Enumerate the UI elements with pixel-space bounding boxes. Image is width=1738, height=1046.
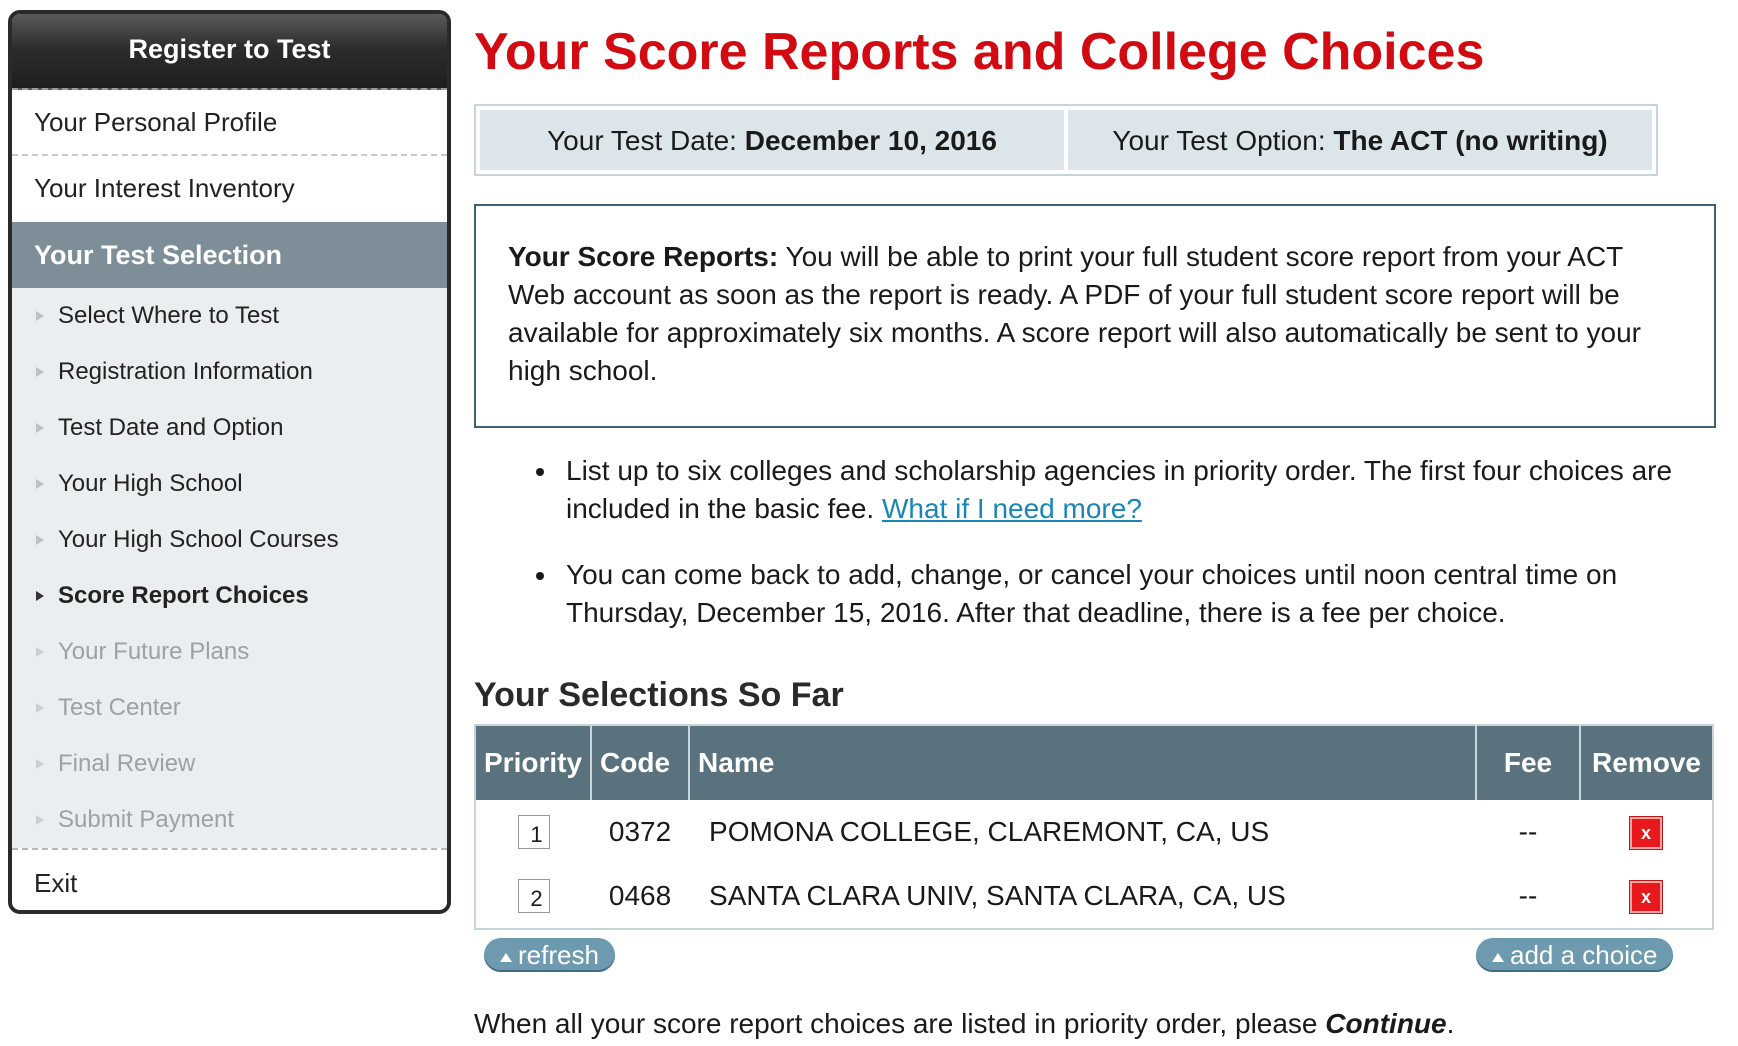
sidebar-item-label: Your High School Courses	[58, 526, 339, 553]
continue-emphasis: Continue	[1325, 1008, 1447, 1039]
refresh-button[interactable]: refresh	[484, 938, 615, 972]
arrow-right-icon	[36, 759, 44, 769]
page-title: Your Score Reports and College Choices	[474, 23, 1485, 81]
sidebar-current-section: Your Test Selection	[12, 222, 447, 288]
code-cell: 0372	[608, 816, 672, 847]
test-info-bar: Your Test Date: December 10, 2016 Your T…	[474, 104, 1658, 176]
refresh-label: refresh	[518, 940, 599, 970]
sidebar-item-select-where-to-test[interactable]: Select Where to Test	[12, 288, 447, 344]
list-item: List up to six colleges and scholarship …	[474, 452, 1730, 528]
sidebar-item-future-plans: Your Future Plans	[12, 624, 447, 680]
sidebar-item-label: Your Future Plans	[58, 638, 250, 665]
sidebar-item-your-high-school[interactable]: Your High School	[12, 456, 447, 512]
sidebar-item-high-school-courses[interactable]: Your High School Courses	[12, 512, 447, 568]
test-option-value: The ACT (no writing)	[1333, 125, 1608, 156]
info-box-heading: Your Score Reports:	[508, 241, 779, 272]
sidebar-item-label: Test Center	[58, 694, 181, 721]
test-date-cell: Your Test Date: December 10, 2016	[480, 110, 1064, 170]
bullet-icon	[536, 572, 544, 580]
arrow-right-icon	[36, 311, 44, 321]
test-option-label: Your Test Option:	[1112, 125, 1334, 156]
sidebar-item-submit-payment: Submit Payment	[12, 792, 447, 848]
test-date-label: Your Test Date:	[547, 125, 745, 156]
column-header-remove: Remove	[1580, 726, 1712, 800]
sidebar-item-label: Registration Information	[58, 358, 313, 385]
footer-instruction: When all your score report choices are l…	[474, 1008, 1454, 1040]
column-header-name: Name	[689, 726, 1477, 800]
score-reports-info-box: Your Score Reports: You will be able to …	[474, 204, 1716, 428]
arrow-right-icon	[36, 479, 44, 489]
sidebar-item-label: Test Date and Option	[58, 414, 284, 441]
priority-input[interactable]: 1	[517, 815, 550, 849]
instruction-text: You can come back to add, change, or can…	[566, 559, 1618, 628]
sidebar-header: Register to Test	[12, 14, 447, 90]
fee-cell: --	[1518, 880, 1538, 911]
table-header-row: Priority Code Name Fee Remove	[476, 726, 1712, 800]
arrow-right-icon	[36, 535, 44, 545]
table-row: 1 0372 POMONA COLLEGE, CLAREMONT, CA, US…	[476, 800, 1712, 864]
sidebar-item-exit[interactable]: Exit	[12, 848, 447, 910]
sidebar-subnav: Select Where to Test Registration Inform…	[12, 288, 447, 848]
selections-table: Priority Code Name Fee Remove 1 0372 POM…	[474, 724, 1714, 930]
sidebar-item-label: Final Review	[58, 750, 196, 777]
name-cell: POMONA COLLEGE, CLAREMONT, CA, US	[709, 816, 1270, 847]
arrow-right-icon	[36, 423, 44, 433]
sidebar-item-label: Select Where to Test	[58, 302, 279, 329]
triangle-up-icon	[500, 952, 512, 962]
footer-end: .	[1446, 1008, 1455, 1039]
sidebar-item-label: Submit Payment	[58, 806, 235, 833]
arrow-right-icon	[36, 647, 44, 657]
registration-sidebar: Register to Test Your Personal Profile Y…	[8, 10, 451, 914]
table-row: 2 0468 SANTA CLARA UNIV, SANTA CLARA, CA…	[476, 864, 1712, 928]
sidebar-item-label: Your High School	[58, 470, 243, 497]
sidebar-item-interest-inventory[interactable]: Your Interest Inventory	[12, 156, 447, 222]
arrow-right-icon	[36, 367, 44, 377]
priority-cell: 2	[476, 864, 591, 928]
add-choice-label: add a choice	[1510, 940, 1658, 970]
arrow-right-icon	[36, 815, 44, 825]
sidebar-item-test-center: Test Center	[12, 680, 447, 736]
column-header-code: Code	[591, 726, 691, 800]
sidebar-item-test-date-and-option[interactable]: Test Date and Option	[12, 400, 447, 456]
test-date-value: December 10, 2016	[744, 125, 997, 156]
name-cell: SANTA CLARA UNIV, SANTA CLARA, CA, US	[709, 880, 1286, 911]
arrow-right-icon	[36, 591, 44, 601]
fee-cell: --	[1518, 816, 1538, 847]
column-header-priority: Priority	[476, 726, 593, 800]
bullet-icon	[536, 468, 544, 476]
sidebar-item-label: Score Report Choices	[58, 582, 309, 609]
sidebar-item-registration-information[interactable]: Registration Information	[12, 344, 447, 400]
sidebar-item-personal-profile[interactable]: Your Personal Profile	[12, 90, 447, 156]
triangle-up-icon	[1492, 952, 1504, 962]
arrow-right-icon	[36, 703, 44, 713]
instructions-list: List up to six colleges and scholarship …	[474, 452, 1730, 660]
priority-input[interactable]: 2	[517, 879, 550, 913]
footer-text: When all your score report choices are l…	[474, 1008, 1326, 1039]
test-option-cell: Your Test Option: The ACT (no writing)	[1068, 110, 1652, 170]
selections-heading: Your Selections So Far	[474, 676, 844, 714]
remove-icon[interactable]: x	[1629, 880, 1663, 914]
sidebar-item-final-review: Final Review	[12, 736, 447, 792]
remove-cell: x	[1580, 864, 1712, 928]
sidebar-item-score-report-choices[interactable]: Score Report Choices	[12, 568, 447, 624]
list-item: You can come back to add, change, or can…	[474, 556, 1730, 632]
priority-cell: 1	[476, 800, 591, 864]
remove-icon[interactable]: x	[1629, 816, 1663, 850]
code-cell: 0468	[608, 880, 672, 911]
what-if-need-more-link[interactable]: What if I need more?	[882, 493, 1142, 524]
add-choice-button[interactable]: add a choice	[1476, 938, 1674, 972]
column-header-fee: Fee	[1476, 726, 1581, 800]
remove-cell: x	[1580, 800, 1712, 864]
